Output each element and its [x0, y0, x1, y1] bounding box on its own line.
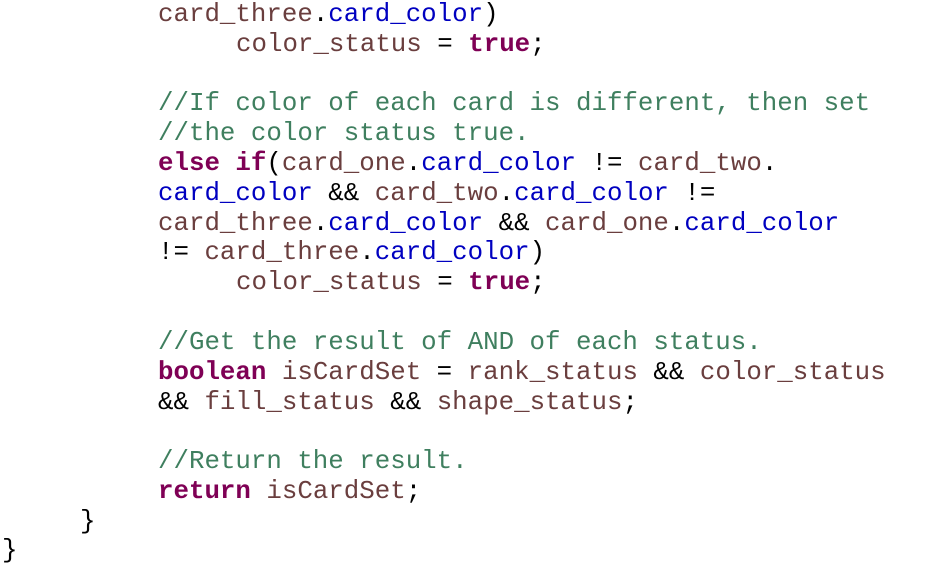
comment-token: //the color status true. [158, 119, 530, 148]
operator-token: ( [266, 149, 282, 178]
operator-token: . [312, 209, 329, 238]
variable-token: rank_status [467, 358, 638, 387]
variable-token: card_two [374, 179, 499, 208]
keyword-token: return [158, 477, 251, 506]
variable-token: color_status [236, 268, 422, 297]
code-line: card_three.card_color) [158, 0, 499, 30]
variable-token: isCardSet [281, 358, 422, 387]
keyword-token: true [468, 30, 531, 59]
operator-token: && [374, 388, 437, 417]
code-line: //If color of each card is different, th… [158, 89, 870, 119]
code-line: color_status = true; [236, 30, 546, 60]
field-token: card_color [158, 179, 313, 208]
field-token: card_color [328, 209, 484, 238]
operator-token: = [421, 358, 468, 387]
code-line: card_three.card_color && card_one.card_c… [158, 209, 839, 239]
code-line: //Return the result. [158, 447, 468, 477]
code-line: boolean isCardSet = rank_status && color… [158, 358, 886, 388]
field-token: card_color [328, 0, 484, 29]
comment-token: //Get the result of AND of each status. [158, 328, 762, 357]
brace-token: } [80, 507, 96, 536]
operator-token: ; [530, 30, 546, 59]
code-line: color_status = true; [236, 268, 546, 298]
operator-token: = [421, 268, 469, 297]
code-line: } [80, 507, 95, 537]
field-token: card_color [514, 179, 669, 208]
operator-token [220, 149, 235, 178]
operator-token: != [668, 179, 716, 208]
comment-token: //Return the result. [158, 447, 468, 476]
operator-token: . [761, 149, 778, 178]
brace-token: } [2, 536, 18, 565]
operator-token: && [312, 179, 375, 208]
operator-token: ; [530, 268, 546, 297]
variable-token: card_three [158, 209, 313, 238]
operator-token: ) [483, 0, 499, 29]
operator-token: ; [622, 388, 638, 417]
operator-token: && [637, 358, 700, 387]
operator-token: . [312, 0, 329, 29]
operator-token: && [483, 209, 546, 238]
keyword-token: else [158, 149, 220, 178]
keyword-token: true [468, 268, 531, 297]
code-line: && fill_status && shape_status; [158, 388, 638, 418]
code-line: //Get the result of AND of each status. [158, 328, 762, 358]
variable-token: card_one [281, 149, 406, 178]
code-line: } [2, 536, 17, 566]
variable-token: card_two [637, 149, 762, 178]
field-token: card_color [374, 238, 530, 267]
code-line: else if(card_one.card_color != card_two. [158, 149, 777, 179]
variable-token: color_status [699, 358, 886, 387]
operator-token: != [576, 149, 638, 178]
comment-token: //If color of each card is different, th… [158, 89, 871, 118]
code-line: card_color && card_two.card_color != [158, 179, 715, 209]
variable-token: card_one [545, 209, 669, 238]
operator-token: . [359, 238, 375, 267]
operator-token: ; [405, 477, 422, 506]
operator-token: && [158, 388, 205, 417]
code-line: != card_three.card_color) [158, 238, 545, 268]
field-token: card_color [421, 149, 577, 178]
operator-token: . [668, 209, 685, 238]
variable-token: shape_status [436, 388, 623, 417]
operator-token: != [158, 238, 205, 267]
code-line: //the color status true. [158, 119, 530, 149]
operator-token: = [421, 30, 469, 59]
operator-token: . [498, 179, 515, 208]
operator-token: ) [529, 238, 546, 267]
operator-token: . [405, 149, 422, 178]
code-editor[interactable]: card_three.card_color) color_status = tru… [0, 0, 946, 568]
operator-token [251, 477, 266, 506]
field-token: card_color [684, 209, 840, 238]
variable-token: card_three [158, 0, 313, 29]
variable-token: card_three [204, 238, 360, 267]
code-line: return isCardSet; [158, 477, 421, 507]
variable-token: isCardSet [266, 477, 406, 506]
variable-token: color_status [236, 30, 422, 59]
variable-token: fill_status [204, 388, 375, 417]
keyword-token: boolean [158, 358, 267, 387]
keyword-token: if [235, 149, 267, 178]
operator-token [266, 358, 281, 387]
